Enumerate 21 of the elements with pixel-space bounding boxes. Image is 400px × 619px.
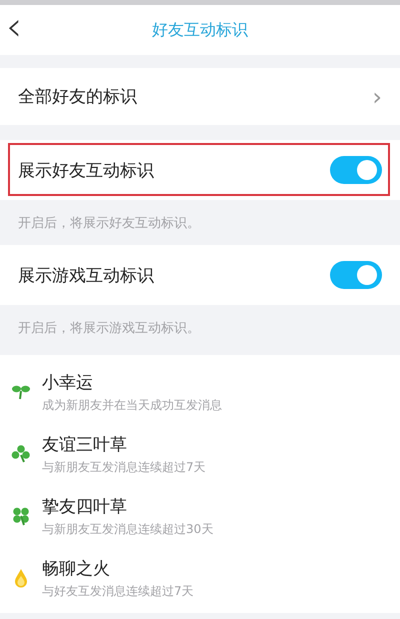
all-friends-badges-row[interactable]: 全部好友的标识 ›: [0, 68, 400, 125]
badge-name: 友谊三叶草: [42, 434, 128, 456]
badge-description: 与新朋友互发消息连续超过30天: [42, 520, 214, 538]
badge-description: 成为新朋友并在当天成功互发消息: [42, 396, 222, 414]
page-title: 好友互动标识: [152, 20, 248, 40]
badge-name: 小幸运: [42, 372, 94, 394]
back-button[interactable]: ‹: [0, 7, 22, 53]
chevron-icon: ›: [372, 82, 382, 110]
four-leaf-clover-icon: [11, 506, 31, 526]
clover-icon: [11, 444, 31, 464]
toggle-switch[interactable]: [330, 156, 382, 184]
row-label: 全部好友的标识: [18, 86, 137, 108]
setting-label: 展示好友互动标识: [18, 160, 154, 182]
badge-description: 与好友互发消息连续超过7天: [42, 582, 194, 600]
badge-description: 与新朋友互发消息连续超过7天: [42, 458, 206, 476]
setting-hint: 开启后，将展示好友互动标识。: [18, 216, 200, 231]
toggle-switch[interactable]: [330, 261, 382, 289]
badge-name: 挚友四叶草: [42, 496, 128, 518]
badge-name: 畅聊之火: [42, 558, 111, 580]
setting-hint: 开启后，将展示游戏互动标识。: [18, 321, 200, 336]
setting-label: 展示游戏互动标识: [18, 264, 154, 286]
